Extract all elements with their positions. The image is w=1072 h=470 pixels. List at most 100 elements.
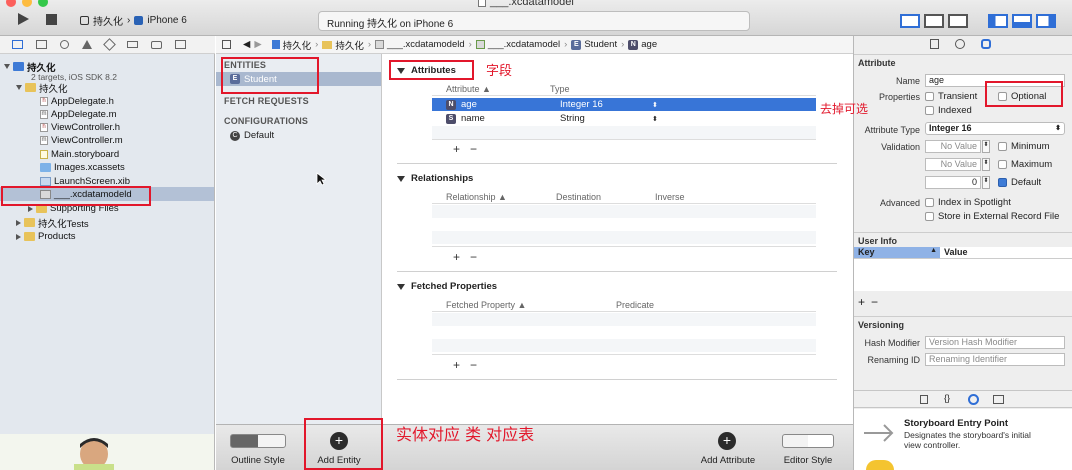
attribute-row-selected[interactable]: N age Integer 16 ⬍ [432, 98, 816, 111]
test-navigator-icon[interactable] [103, 38, 116, 51]
attribute-type-popup[interactable]: Integer 16 ⬍ [925, 122, 1065, 135]
help-icon[interactable] [955, 39, 965, 49]
arrow-right-icon [864, 424, 894, 442]
default-value-field[interactable]: 0 [925, 176, 981, 189]
folder-icon [25, 83, 36, 92]
annotation-optional-note: 去掉可选 [820, 102, 869, 116]
disclosure-icon[interactable] [4, 64, 10, 69]
disclosure-icon[interactable] [28, 205, 33, 212]
data-model-inspector-icon[interactable] [981, 39, 991, 49]
annotation-entity-note: 实体对应 类 对应表 [396, 425, 535, 444]
hash-modifier-field[interactable]: Version Hash Modifier [925, 336, 1065, 349]
fetched-properties-section: Fetched Properties [397, 281, 833, 292]
library-item[interactable]: Storyboard Entry Point Designates the st… [854, 409, 1072, 459]
jump-item[interactable]: E Student [571, 39, 617, 50]
index-spotlight-checkbox[interactable] [925, 198, 934, 207]
remove-attribute-button[interactable]: − [470, 142, 477, 156]
jump-item[interactable]: ___.xcdatamodeld [375, 39, 465, 50]
media-library-icon[interactable] [993, 395, 1004, 404]
scheme-selector[interactable]: 持久化 › iPhone 6 [80, 13, 187, 28]
object-library-icon[interactable] [968, 394, 979, 405]
version-editor-button[interactable] [948, 14, 968, 28]
add-user-info-button[interactable]: + [858, 295, 865, 309]
file-row[interactable]: h ViewController.h [40, 121, 120, 134]
store-external-checkbox[interactable] [925, 212, 934, 221]
type-stepper-icon[interactable]: ⬍ [652, 115, 658, 123]
jump-item[interactable]: Nage [628, 39, 657, 50]
activity-status: Running 持久化 on iPhone 6 [318, 11, 750, 31]
sort-ascending-icon: ▲ [930, 247, 937, 254]
breakpoint-navigator-icon[interactable] [151, 40, 162, 49]
configuration-row[interactable]: C Default [230, 130, 274, 141]
minimum-stepper[interactable]: ⬍ [982, 140, 990, 153]
remove-user-info-button[interactable]: − [871, 295, 878, 309]
file-row[interactable]: Images.xcassets [40, 161, 125, 174]
jump-item[interactable]: 持久化 [322, 38, 364, 52]
stop-button[interactable] [46, 14, 57, 25]
run-button[interactable] [16, 12, 30, 26]
file-row[interactable]: m ViewController.m [40, 134, 123, 147]
symbol-navigator-icon[interactable] [36, 40, 47, 49]
document-icon [478, 0, 486, 7]
toggle-debug-area-button[interactable] [1012, 14, 1032, 28]
attribute-type-icon: S [446, 113, 456, 124]
assistant-editor-button[interactable] [924, 14, 944, 28]
search-icon[interactable] [60, 40, 69, 49]
minimum-checkbox[interactable] [998, 142, 1007, 151]
maximum-value-field[interactable]: No Value [925, 158, 981, 171]
file-template-icon[interactable] [920, 395, 928, 404]
related-items-icon[interactable] [222, 40, 231, 49]
jump-item[interactable]: 持久化 [271, 38, 311, 52]
minimum-value-field[interactable]: No Value [925, 140, 981, 153]
add-attribute-bottom-button[interactable]: + [718, 432, 736, 450]
add-relationship-button[interactable]: + [453, 250, 460, 264]
navigator-footer [0, 434, 215, 470]
maximum-stepper[interactable]: ⬍ [982, 158, 990, 171]
outline-style-toggle[interactable] [230, 434, 286, 448]
jump-item[interactable]: ___.xcdatamodel [475, 39, 560, 50]
transient-checkbox[interactable] [925, 92, 934, 101]
disclosure-icon[interactable] [16, 219, 21, 226]
disclosure-icon[interactable] [16, 85, 22, 90]
type-stepper-icon[interactable]: ⬍ [652, 101, 658, 109]
remove-fetched-property-button[interactable]: − [470, 358, 477, 372]
forward-arrow-icon[interactable]: ▶ [254, 39, 261, 50]
code-snippet-icon[interactable]: {} [944, 393, 950, 403]
toggle-navigator-button[interactable] [988, 14, 1008, 28]
log-navigator-icon[interactable] [175, 40, 186, 49]
project-navigator: 持久化 2 targets, iOS SDK 8.2 持久化 h AppDeleg… [0, 54, 215, 434]
file-inspector-icon[interactable] [930, 39, 939, 49]
default-checkbox[interactable] [998, 178, 1007, 187]
folder-row[interactable]: 持久化Tests [16, 216, 89, 230]
fetched-properties-disclosure[interactable]: Fetched Properties [397, 281, 833, 292]
add-fetched-property-button[interactable]: + [453, 358, 460, 372]
default-stepper[interactable]: ⬍ [982, 176, 990, 189]
group-row[interactable]: 持久化 [16, 81, 68, 95]
maximum-checkbox[interactable] [998, 160, 1007, 169]
close-window-button[interactable] [6, 0, 16, 7]
editor-style-toggle[interactable] [782, 434, 834, 448]
zoom-window-button[interactable] [38, 0, 48, 7]
folder-row[interactable]: Products [16, 230, 76, 243]
asset-catalog-icon [40, 163, 51, 172]
relationships-disclosure[interactable]: Relationships [397, 173, 833, 184]
divider [397, 163, 837, 164]
debug-navigator-icon[interactable] [127, 41, 138, 48]
file-row[interactable]: m AppDelegate.m [40, 108, 116, 121]
back-arrow-icon[interactable]: ◀ [243, 39, 250, 50]
standard-editor-button[interactable] [900, 14, 920, 28]
renaming-id-field[interactable]: Renaming Identifier [925, 353, 1065, 366]
key-column-header[interactable]: Key ▲ [854, 247, 940, 258]
toggle-utilities-button[interactable] [1036, 14, 1056, 28]
file-row[interactable]: Main.storyboard [40, 148, 119, 161]
project-navigator-icon[interactable] [12, 40, 23, 49]
indexed-checkbox[interactable] [925, 106, 934, 115]
folder-icon [24, 218, 35, 227]
disclosure-icon[interactable] [16, 233, 21, 240]
add-attribute-button[interactable]: + [453, 142, 460, 156]
remove-relationship-button[interactable]: − [470, 250, 477, 264]
minimize-window-button[interactable] [22, 0, 32, 7]
attribute-row[interactable]: S name String ⬍ [432, 112, 816, 125]
file-row[interactable]: h AppDelegate.h [40, 95, 114, 108]
warning-icon[interactable] [82, 40, 92, 49]
